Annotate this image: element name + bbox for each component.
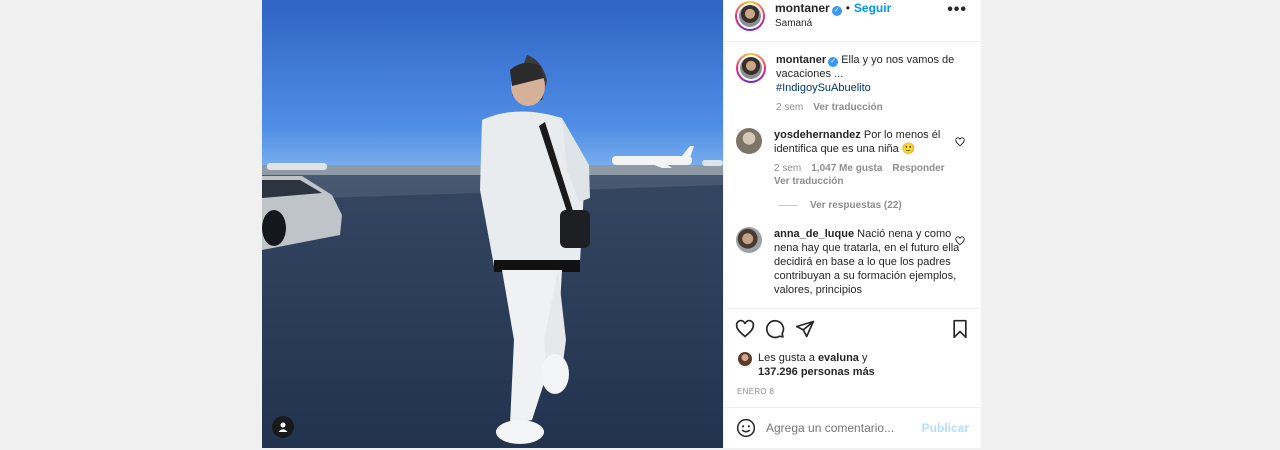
caption-translate-button[interactable]: Ver traducción	[813, 102, 882, 113]
comment-input[interactable]	[766, 421, 922, 436]
comment-bubble-icon[interactable]	[765, 319, 785, 339]
smiley-icon[interactable]	[736, 418, 756, 438]
verified-badge-icon: ✓	[828, 57, 839, 67]
comment-item: anna_de_luque Nació nena y como nena hay…	[736, 227, 967, 297]
comment-translate-button[interactable]: Ver traducción	[774, 176, 960, 188]
commenter-username[interactable]: anna_de_luque	[774, 228, 854, 240]
user-tag-icon[interactable]	[272, 416, 294, 438]
author-avatar[interactable]	[735, 1, 765, 31]
more-options-icon[interactable]: •••	[947, 2, 967, 18]
photo-scene	[262, 0, 723, 448]
reply-button[interactable]: Responder	[892, 163, 944, 174]
comment-item: yosdehernandez Por lo menos él identific…	[736, 128, 967, 188]
likes-prefix: Les gusta a	[758, 351, 815, 364]
caption-hashtag[interactable]: #IndigoySuAbuelito	[776, 81, 962, 95]
caption: montaner ✓ Ella y yo nos vamos de vacacio…	[736, 53, 967, 114]
likes-summary: Les gusta a evaluna y 137.296 personas m…	[724, 350, 981, 379]
heart-icon[interactable]	[735, 319, 755, 339]
commenter-avatar[interactable]	[736, 227, 762, 253]
user-silhouette-icon	[278, 422, 288, 432]
commenter-username[interactable]: yosdehernandez	[774, 129, 861, 141]
instagram-post: montaner ✓ • Seguir Samaná ••• montaner ✓ El…	[262, 0, 981, 448]
post-location[interactable]: Samaná	[775, 17, 891, 30]
bookmark-icon[interactable]	[950, 319, 970, 339]
caption-username[interactable]: montaner	[776, 54, 826, 66]
liker-avatar[interactable]	[738, 351, 752, 366]
view-replies-label: Ver respuestas (22)	[810, 200, 902, 211]
likes-count[interactable]: 137.296 personas más	[758, 366, 875, 378]
author-username[interactable]: montaner	[775, 1, 830, 15]
commenter-avatar[interactable]	[736, 128, 762, 154]
view-replies-button[interactable]: Ver respuestas (22)	[778, 200, 967, 211]
post-actions-bar	[724, 308, 981, 350]
likes-joiner: y	[861, 351, 868, 364]
post-date[interactable]: ENERO 8	[724, 379, 981, 408]
publish-button[interactable]: Publicar	[922, 421, 969, 435]
comment-like-heart-icon[interactable]	[955, 236, 965, 246]
caption-avatar[interactable]	[736, 53, 766, 83]
liker-username[interactable]: evaluna	[818, 352, 859, 364]
paper-plane-icon[interactable]	[795, 319, 815, 339]
verified-badge-icon: ✓	[831, 6, 842, 16]
post-photo[interactable]	[262, 0, 723, 448]
comment-likes-count[interactable]: 1,047 Me gusta	[811, 163, 882, 174]
comments-list[interactable]: montaner ✓ Ella y yo nos vamos de vacacio…	[724, 41, 981, 308]
follow-button[interactable]: Seguir	[854, 1, 891, 15]
comment-time[interactable]: 2 sem	[774, 163, 801, 174]
separator-dot: •	[845, 1, 850, 15]
replies-divider-line	[778, 205, 798, 206]
post-header: montaner ✓ • Seguir Samaná •••	[724, 0, 981, 31]
add-comment-bar: Publicar	[724, 407, 981, 448]
comment-like-heart-icon[interactable]	[955, 137, 965, 147]
caption-time[interactable]: 2 sem	[776, 102, 803, 113]
post-side-panel: montaner ✓ • Seguir Samaná ••• montaner ✓ El…	[723, 0, 981, 448]
